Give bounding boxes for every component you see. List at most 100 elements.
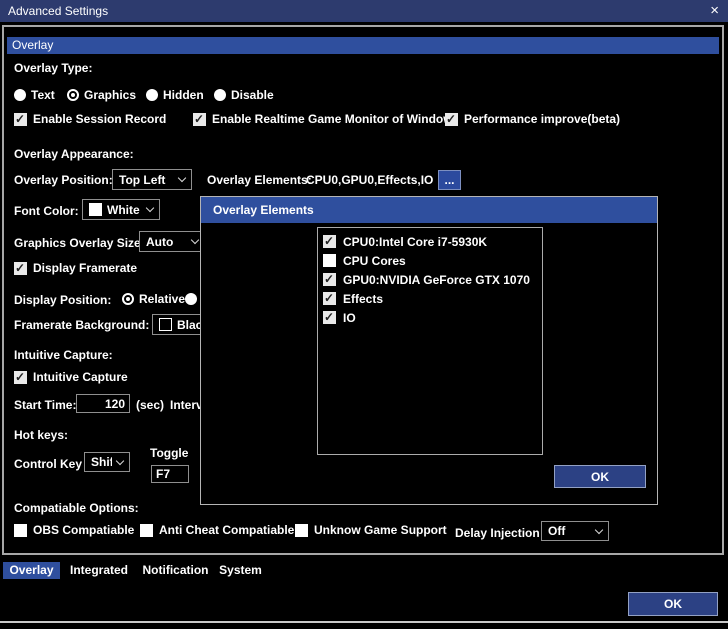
- appearance-header: Overlay Appearance:: [14, 147, 134, 161]
- tab-integrated[interactable]: Integrated: [64, 562, 134, 579]
- list-item-gpu0[interactable]: GPU0:NVIDIA GeForce GTX 1070: [318, 270, 542, 289]
- radio-icon[interactable]: [67, 89, 79, 101]
- checkbox-anti-cheat[interactable]: Anti Cheat Compatiable: [140, 523, 294, 537]
- checkbox-icon[interactable]: [14, 523, 27, 537]
- start-time-label: Start Time:: [14, 398, 77, 412]
- radio-graphics[interactable]: Graphics: [67, 88, 136, 102]
- list-item-cpu0[interactable]: CPU0:Intel Core i7-5930K: [318, 232, 542, 251]
- chevron-down-icon: [190, 235, 200, 245]
- io-label: IO: [343, 310, 356, 325]
- checkbox-icon[interactable]: [193, 112, 206, 126]
- tab-overlay[interactable]: Overlay: [3, 562, 60, 579]
- list-item-io[interactable]: IO: [318, 308, 542, 327]
- checkbox-icon[interactable]: [323, 292, 336, 305]
- checkbox-icon[interactable]: [323, 273, 336, 286]
- radio-relative[interactable]: Relative: [122, 292, 185, 306]
- graphics-overlay-size-label: Graphics Overlay Size:: [14, 236, 145, 250]
- font-color-dropdown[interactable]: White: [82, 199, 160, 220]
- start-time-unit: (sec): [136, 398, 165, 412]
- font-color-label: Font Color:: [14, 204, 79, 218]
- radio-icon[interactable]: [14, 89, 26, 101]
- toggle-key-input[interactable]: [151, 465, 189, 483]
- control-key-dropdown[interactable]: Shift: [84, 452, 130, 472]
- performance-improve-label: Performance improve(beta): [464, 112, 621, 126]
- black-color-swatch: [159, 318, 172, 331]
- radio-hidden-label: Hidden: [163, 88, 204, 102]
- tab-system[interactable]: System: [213, 562, 268, 579]
- close-icon[interactable]: ×: [710, 0, 719, 21]
- overlay-elements-popup: Overlay Elements CPU0:Intel Core i7-5930…: [200, 196, 658, 505]
- overlay-elements-listbox: CPU0:Intel Core i7-5930K CPU Cores GPU0:…: [317, 227, 543, 455]
- checkbox-icon[interactable]: [14, 112, 27, 126]
- session-record-label: Enable Session Record: [33, 112, 167, 126]
- checkbox-unknow-game[interactable]: Unknow Game Support: [295, 523, 447, 537]
- overlay-type-header: Overlay Type:: [14, 61, 93, 75]
- checkbox-intuitive-capture[interactable]: Intuitive Capture: [14, 370, 128, 384]
- chevron-down-icon: [115, 456, 125, 465]
- overlay-position-value: Top Left: [119, 172, 166, 187]
- delay-injection-dropdown[interactable]: Off: [541, 521, 609, 541]
- popup-title-bar[interactable]: Overlay Elements: [201, 197, 657, 223]
- ok-button[interactable]: OK: [628, 592, 718, 616]
- checkbox-icon[interactable]: [323, 311, 336, 324]
- checkbox-realtime-monitor[interactable]: Enable Realtime Game Monitor of Window: [193, 112, 453, 126]
- graphics-overlay-size-dropdown[interactable]: Auto: [139, 231, 205, 252]
- control-key-label: Control Key: [14, 457, 83, 471]
- framerate-background-label: Framerate Background:: [14, 318, 150, 332]
- radio-icon[interactable]: [146, 89, 158, 101]
- list-item-effects[interactable]: Effects: [318, 289, 542, 308]
- checkbox-icon[interactable]: [445, 112, 458, 126]
- unknow-game-label: Unknow Game Support: [314, 523, 447, 537]
- control-key-value: Shift: [91, 455, 112, 469]
- display-position-label: Display Position:: [14, 293, 112, 307]
- overlay-elements-value: CPU0,GPU0,Effects,IO: [306, 173, 434, 187]
- toggle-label: Toggle: [150, 446, 189, 460]
- cpu0-label: CPU0:Intel Core i7-5930K: [343, 234, 488, 249]
- intuitive-capture-label: Intuitive Capture: [33, 370, 128, 384]
- display-framerate-label: Display Framerate: [33, 261, 138, 275]
- window-title: Advanced Settings: [8, 4, 109, 18]
- overlay-section-header: Overlay: [7, 37, 719, 54]
- start-time-input[interactable]: [76, 394, 130, 413]
- checkbox-icon[interactable]: [323, 254, 336, 267]
- checkbox-session-record[interactable]: Enable Session Record: [14, 112, 166, 126]
- delay-injection-label: Delay Injection: [455, 526, 540, 540]
- white-color-swatch: [89, 203, 102, 216]
- graphics-overlay-size-value: Auto: [146, 234, 174, 249]
- obs-compatiable-label: OBS Compatiable: [33, 523, 135, 537]
- list-item-cpu-cores[interactable]: CPU Cores: [318, 251, 542, 270]
- relative-label: Relative: [139, 292, 186, 306]
- anti-cheat-label: Anti Cheat Compatiable: [159, 523, 295, 537]
- radio-text[interactable]: Text: [14, 88, 55, 102]
- overlay-position-label: Overlay Position:: [14, 173, 113, 187]
- radio-text-label: Text: [31, 88, 55, 102]
- hot-keys-header: Hot keys:: [14, 428, 69, 442]
- overlay-elements-label: Overlay Elements:: [207, 173, 312, 187]
- checkbox-obs-compatiable[interactable]: OBS Compatiable: [14, 523, 134, 537]
- gpu0-label: GPU0:NVIDIA GeForce GTX 1070: [343, 272, 530, 287]
- chevron-down-icon: [177, 173, 187, 183]
- checkbox-performance-improve[interactable]: Performance improve(beta): [445, 112, 620, 126]
- font-color-value: White: [107, 202, 140, 217]
- popup-ok-button[interactable]: OK: [554, 465, 646, 488]
- display-position-radio-2[interactable]: [185, 293, 197, 305]
- title-bar: Advanced Settings ×: [0, 0, 728, 22]
- radio-graphics-label: Graphics: [84, 88, 137, 102]
- radio-icon[interactable]: [214, 89, 226, 101]
- tab-notification[interactable]: Notification: [138, 562, 213, 579]
- checkbox-icon[interactable]: [14, 261, 27, 275]
- checkbox-icon[interactable]: [14, 370, 27, 384]
- radio-icon[interactable]: [122, 293, 134, 305]
- checkbox-icon[interactable]: [295, 523, 308, 537]
- overlay-position-dropdown[interactable]: Top Left: [112, 169, 192, 190]
- radio-disable[interactable]: Disable: [214, 88, 274, 102]
- intuitive-capture-header: Intuitive Capture:: [14, 348, 113, 362]
- delay-injection-value: Off: [548, 524, 566, 538]
- checkbox-icon[interactable]: [140, 523, 153, 537]
- radio-disable-label: Disable: [231, 88, 274, 102]
- chevron-down-icon: [145, 203, 155, 213]
- checkbox-icon[interactable]: [323, 235, 336, 248]
- overlay-elements-more-button[interactable]: ...: [438, 170, 461, 190]
- radio-hidden[interactable]: Hidden: [146, 88, 204, 102]
- checkbox-display-framerate[interactable]: Display Framerate: [14, 261, 137, 275]
